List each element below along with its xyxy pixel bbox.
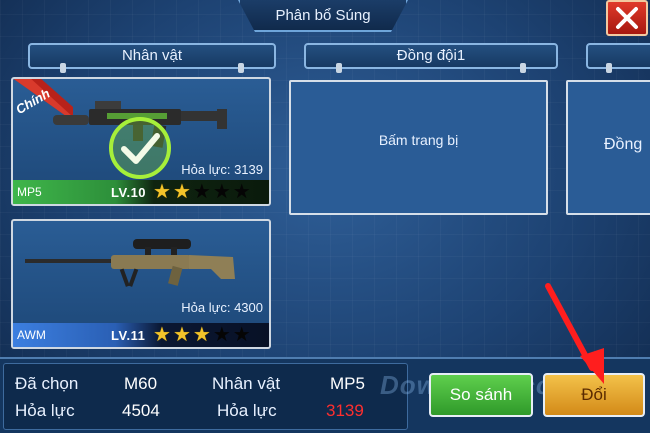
weapon-level: LV.11 bbox=[111, 327, 146, 343]
firepower-label: Hỏa lực: 3139 bbox=[181, 162, 263, 177]
star-icon: ★ bbox=[153, 181, 171, 203]
weapon-level: LV.10 bbox=[111, 184, 147, 200]
selected-weapon: M60 bbox=[124, 374, 158, 393]
tab-peg bbox=[606, 63, 612, 73]
tab-teammate-1[interactable]: Đồng đội1 bbox=[304, 43, 558, 73]
star-icon: ★ bbox=[232, 324, 251, 346]
tab-peg bbox=[238, 63, 244, 73]
selected-label: Đã chọn bbox=[15, 374, 79, 393]
weapon-info-bar: MP5 LV.10 ★ ★ ★ ★ ★ bbox=[13, 180, 269, 204]
teammate-1-equip-slot[interactable]: Bấm trang bị bbox=[289, 80, 548, 215]
awm-gun-icon bbox=[25, 239, 235, 287]
weapon-card-mp5[interactable]: Chính Hỏa lực: 3139 MP5 LV.10 ★ ★ ★ ★ ★ bbox=[11, 77, 271, 206]
star-icon: ★ bbox=[192, 181, 211, 203]
equip-prompt: Bấm trang bị bbox=[378, 132, 459, 148]
star-icon: ★ bbox=[232, 181, 251, 203]
character-weapon: MP5 bbox=[330, 374, 365, 393]
compare-button[interactable]: So sánh bbox=[429, 373, 533, 417]
close-icon bbox=[616, 7, 638, 29]
firepower-label-left: Hỏa lực bbox=[15, 401, 75, 420]
star-icon: ★ bbox=[172, 324, 191, 346]
firepower-label: Hỏa lực: 4300 bbox=[181, 300, 263, 315]
tab-label: Đồng đội1 bbox=[396, 47, 466, 64]
teammate-2-slot[interactable]: Đồng bbox=[566, 80, 650, 215]
star-icon: ★ bbox=[212, 181, 231, 203]
star-icon: ★ bbox=[212, 324, 231, 346]
tab-label: Nhân vật bbox=[121, 47, 183, 64]
weapon-info-bar: AWM LV.11 ★ ★ ★ ★ ★ bbox=[13, 323, 269, 347]
selected-firepower: 4504 bbox=[122, 401, 160, 420]
checkmark-icon bbox=[109, 117, 171, 179]
close-button[interactable] bbox=[606, 0, 648, 36]
star-rating: ★ ★ ★ ★ ★ bbox=[153, 182, 251, 202]
tab-peg bbox=[60, 63, 66, 73]
page-title: Phân bổ Súng bbox=[275, 7, 371, 24]
star-icon: ★ bbox=[153, 324, 171, 346]
teammate-2-label: Đồng bbox=[604, 136, 643, 153]
comparison-panel: Đã chọn M60 Nhân vật MP5 Hỏa lực 4504 Hỏ… bbox=[3, 363, 408, 430]
tab-character[interactable]: Nhân vật bbox=[28, 43, 276, 73]
tab-peg bbox=[520, 63, 526, 73]
weapon-card-awm[interactable]: Hỏa lực: 4300 AWM LV.11 ★ ★ ★ ★ ★ bbox=[11, 219, 271, 349]
weapon-name: AWM bbox=[17, 328, 46, 342]
weapon-name: MP5 bbox=[17, 185, 42, 199]
tab-peg bbox=[336, 63, 342, 73]
character-firepower: 3139 bbox=[326, 401, 364, 420]
tab-teammate-2[interactable] bbox=[586, 43, 650, 73]
star-rating: ★ ★ ★ ★ ★ bbox=[153, 325, 251, 345]
firepower-label-right: Hỏa lực bbox=[217, 401, 277, 420]
character-label: Nhân vật bbox=[212, 374, 281, 393]
red-arrow-icon bbox=[545, 283, 604, 384]
star-icon: ★ bbox=[192, 324, 211, 346]
star-icon: ★ bbox=[172, 181, 191, 203]
